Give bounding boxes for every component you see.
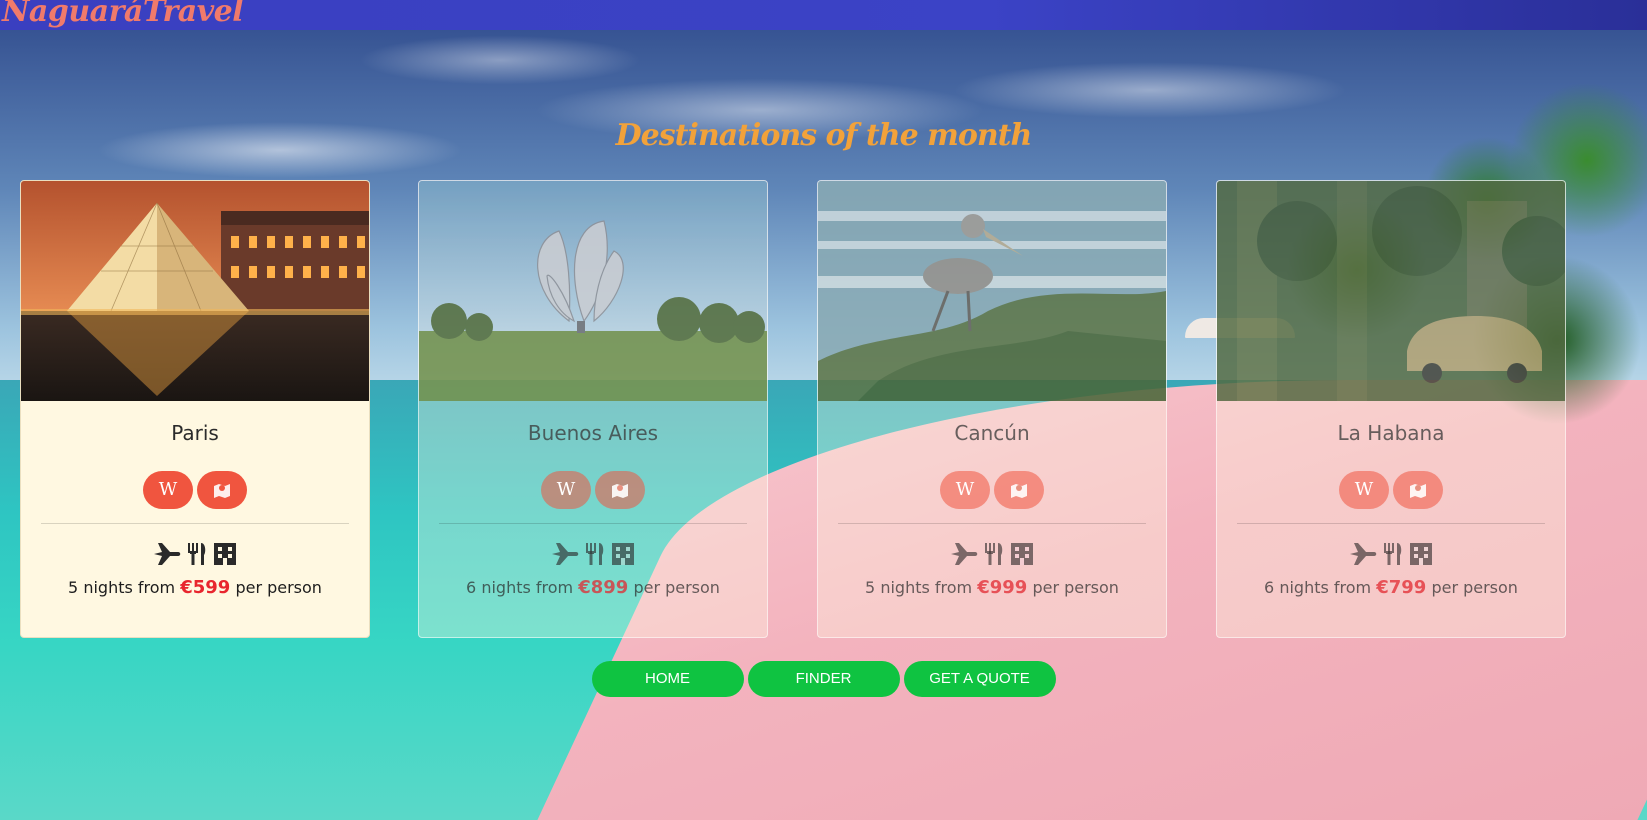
airplane-icon — [951, 543, 978, 565]
airplane-icon — [1350, 543, 1377, 565]
amenities-row — [818, 541, 1166, 567]
price-info: 6 nights from €899 per person — [419, 577, 767, 598]
paris-photo — [21, 181, 369, 401]
price-info: 6 nights from €799 per person — [1217, 577, 1565, 598]
nights-count: 5 — [865, 578, 876, 597]
price-amount: €899 — [578, 577, 629, 598]
price-prefix: nights from — [83, 578, 176, 597]
destination-name: Buenos Aires — [527, 421, 659, 445]
top-navbar — [0, 0, 1647, 30]
airplane-icon — [154, 543, 181, 565]
amenities-row — [1217, 541, 1565, 567]
utensils-icon — [586, 543, 604, 565]
home-button[interactable]: HOME — [591, 661, 744, 697]
price-suffix: per person — [633, 578, 720, 597]
hotel-icon — [1011, 543, 1033, 565]
map-marker-icon — [214, 484, 230, 498]
price-prefix: nights from — [880, 578, 973, 597]
card-divider — [41, 523, 349, 524]
map-marker-icon — [612, 484, 628, 498]
price-amount: €799 — [1376, 577, 1427, 598]
price-info: 5 nights from €999 per person — [818, 577, 1166, 598]
buenos-aires-photo — [419, 181, 767, 401]
cancun-photo — [818, 181, 1166, 401]
hotel-icon — [1410, 543, 1432, 565]
price-suffix: per person — [235, 578, 322, 597]
airplane-icon — [552, 543, 579, 565]
price-info: 5 nights from €599 per person — [21, 577, 369, 598]
destination-card-la-habana: La Habana W 6 nights from €799 per perso… — [1216, 180, 1566, 638]
destination-card-cancun: Cancún W 5 nights from €999 per person — [817, 180, 1167, 638]
wikipedia-button[interactable]: W — [1339, 471, 1389, 509]
price-suffix: per person — [1032, 578, 1119, 597]
card-divider — [1237, 523, 1545, 524]
get-a-quote-button[interactable]: GET A QUOTE — [903, 661, 1056, 697]
map-button[interactable] — [197, 471, 247, 509]
bottom-navigation: HOME FINDER GET A QUOTE — [0, 661, 1647, 697]
hotel-icon — [214, 543, 236, 565]
amenities-row — [419, 541, 767, 567]
la-habana-photo — [1217, 181, 1565, 401]
utensils-icon — [188, 543, 206, 565]
nights-count: 5 — [68, 578, 79, 597]
price-amount: €999 — [977, 577, 1028, 598]
map-marker-icon — [1011, 484, 1027, 498]
wikipedia-button[interactable]: W — [143, 471, 193, 509]
destination-name: Paris — [171, 421, 219, 445]
section-title: Destinations of the month — [615, 118, 1033, 153]
utensils-icon — [985, 543, 1003, 565]
finder-button[interactable]: FINDER — [747, 661, 900, 697]
wikipedia-icon: W — [1354, 479, 1374, 500]
price-amount: €599 — [180, 577, 231, 598]
map-marker-icon — [1410, 484, 1426, 498]
card-divider — [439, 523, 747, 524]
nights-count: 6 — [1264, 578, 1275, 597]
wikipedia-icon: W — [955, 479, 975, 500]
map-button[interactable] — [595, 471, 645, 509]
wikipedia-button[interactable]: W — [541, 471, 591, 509]
amenities-row — [21, 541, 369, 567]
price-prefix: nights from — [481, 578, 574, 597]
wikipedia-button[interactable]: W — [940, 471, 990, 509]
wikipedia-icon: W — [158, 479, 178, 500]
price-prefix: nights from — [1279, 578, 1372, 597]
hotel-icon — [612, 543, 634, 565]
nights-count: 6 — [466, 578, 477, 597]
utensils-icon — [1384, 543, 1402, 565]
destination-name: La Habana — [1337, 421, 1445, 445]
price-suffix: per person — [1431, 578, 1518, 597]
card-divider — [838, 523, 1146, 524]
map-button[interactable] — [1393, 471, 1443, 509]
site-logo[interactable]: NaguaráTravel — [2, 0, 244, 29]
wikipedia-icon: W — [556, 479, 576, 500]
destination-name: Cancún — [954, 421, 1030, 445]
destination-card-buenos-aires: Buenos Aires W 6 nights from €899 per pe… — [418, 180, 768, 638]
map-button[interactable] — [994, 471, 1044, 509]
destination-card-paris: Paris W 5 nights from €599 per person — [20, 180, 370, 638]
